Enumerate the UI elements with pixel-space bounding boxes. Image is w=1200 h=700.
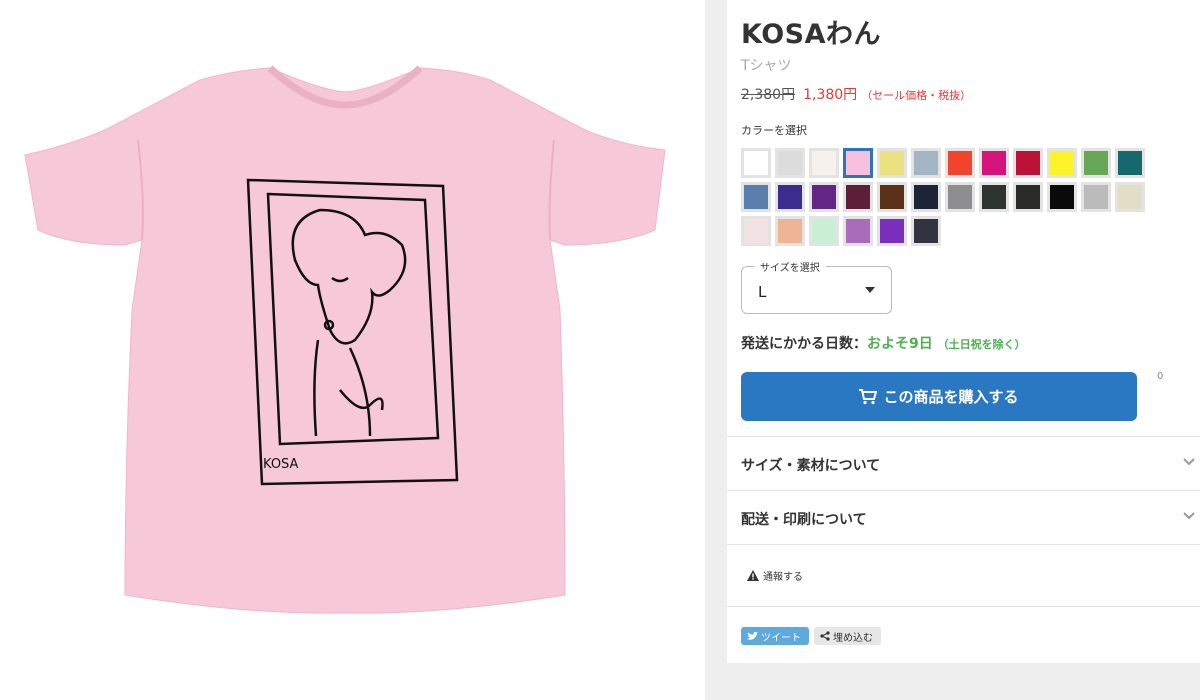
product-type: Tシャツ xyxy=(741,58,792,74)
shirt-print-signature: KOSA xyxy=(263,457,299,472)
divider xyxy=(727,606,1200,607)
color-swatch[interactable] xyxy=(809,182,839,212)
warning-icon xyxy=(747,570,759,581)
shipping-label: 発送にかかる日数： xyxy=(741,336,867,352)
embed-label: 埋め込む xyxy=(833,632,873,644)
buy-button[interactable]: この商品を購入する xyxy=(741,372,1137,421)
color-swatch[interactable] xyxy=(741,182,771,212)
original-price: 2,380円 xyxy=(741,87,796,103)
caret-down-icon xyxy=(865,287,875,293)
delivery-print-label: 配送・印刷について xyxy=(741,512,867,528)
delivery-print-accordion[interactable]: 配送・印刷について xyxy=(727,490,1200,544)
color-swatch[interactable] xyxy=(843,148,873,178)
tshirt-product-image: KOSA xyxy=(24,65,666,614)
color-swatch[interactable] xyxy=(1115,182,1145,212)
color-swatch[interactable] xyxy=(877,216,907,246)
sale-price: 1,380円 xyxy=(803,87,858,103)
report-label: 通報する xyxy=(763,572,803,583)
color-swatch[interactable] xyxy=(1013,148,1043,178)
color-swatch[interactable] xyxy=(1047,148,1077,178)
tweet-button[interactable]: ツイート xyxy=(741,627,809,645)
product-title: KOSAわん xyxy=(741,19,882,50)
color-swatch[interactable] xyxy=(1013,182,1043,212)
twitter-bird-icon xyxy=(747,631,758,640)
size-select-label: サイズを選択 xyxy=(754,259,826,274)
size-select-value: L xyxy=(758,283,767,301)
color-swatch[interactable] xyxy=(775,182,805,212)
color-swatch[interactable] xyxy=(877,182,907,212)
color-select-label: カラーを選択 xyxy=(741,124,807,137)
cart-icon xyxy=(859,388,878,404)
color-swatch[interactable] xyxy=(843,182,873,212)
size-select[interactable]: サイズを選択 L xyxy=(741,259,892,314)
color-swatch[interactable] xyxy=(775,148,805,178)
color-swatch[interactable] xyxy=(877,148,907,178)
color-swatch[interactable] xyxy=(809,148,839,178)
color-swatch[interactable] xyxy=(843,216,873,246)
color-swatch[interactable] xyxy=(945,148,975,178)
tweet-label: ツイート xyxy=(761,632,801,644)
price-row: 2,380円 1,380円 （セール価格・税抜） xyxy=(741,84,971,104)
share-icon xyxy=(820,631,830,641)
color-swatch[interactable] xyxy=(741,216,771,246)
product-sidebar: KOSAわん Tシャツ 2,380円 1,380円 （セール価格・税抜） カラーを選… xyxy=(705,0,1200,700)
color-swatch[interactable] xyxy=(911,148,941,178)
color-swatch[interactable] xyxy=(979,182,1009,212)
color-swatch[interactable] xyxy=(775,216,805,246)
favorite-count: 0 xyxy=(1157,371,1164,382)
color-swatch[interactable] xyxy=(911,216,941,246)
color-swatch[interactable] xyxy=(1115,148,1145,178)
product-image-area: KOSA xyxy=(0,0,705,700)
color-swatch[interactable] xyxy=(945,182,975,212)
shipping-info: 発送にかかる日数：およそ9日 （土日祝を除く） xyxy=(741,333,1026,353)
embed-button[interactable]: 埋め込む xyxy=(814,627,881,645)
color-swatch[interactable] xyxy=(979,148,1009,178)
shipping-note: （土日祝を除く） xyxy=(937,338,1026,351)
color-swatch[interactable] xyxy=(911,182,941,212)
color-swatch[interactable] xyxy=(1081,148,1111,178)
price-note: （セール価格・税抜） xyxy=(861,89,972,102)
color-swatch[interactable] xyxy=(741,148,771,178)
section-divider xyxy=(727,544,1200,545)
buy-button-label: この商品を購入する xyxy=(883,388,1019,406)
shipping-days: およそ9日 xyxy=(867,336,933,352)
report-link[interactable]: 通報する xyxy=(747,568,803,583)
chevron-down-icon xyxy=(1183,458,1195,466)
color-swatch[interactable] xyxy=(809,216,839,246)
size-material-accordion[interactable]: サイズ・素材について xyxy=(727,436,1200,490)
color-swatch[interactable] xyxy=(1081,182,1111,212)
size-material-label: サイズ・素材について xyxy=(741,458,881,474)
color-swatch-grid xyxy=(741,148,1161,246)
product-info-panel: KOSAわん Tシャツ 2,380円 1,380円 （セール価格・税抜） カラーを選… xyxy=(727,0,1200,663)
color-swatch[interactable] xyxy=(1047,182,1077,212)
chevron-down-icon xyxy=(1183,512,1195,520)
